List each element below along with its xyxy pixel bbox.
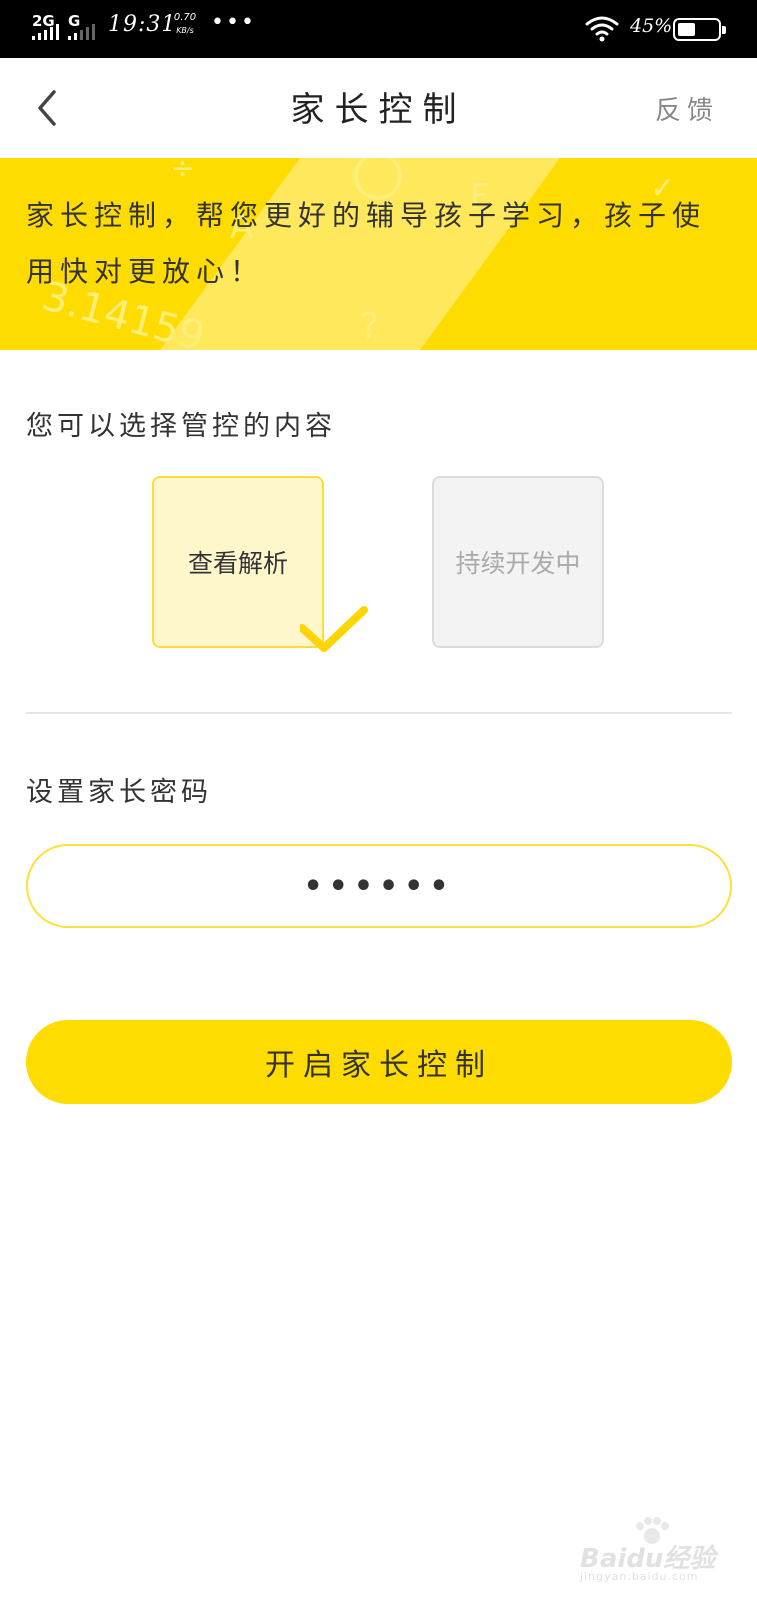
speed-value: 0.70	[173, 12, 197, 23]
svg-text:?: ?	[360, 306, 379, 347]
baidu-watermark: Baidu经验 jingyan.baidu.com	[580, 1516, 750, 1586]
option-label: 持续开发中	[455, 549, 581, 578]
signal-icon	[68, 24, 100, 40]
password-section-label: 设置家长密码	[26, 777, 212, 808]
battery-percent: 45%	[630, 15, 673, 37]
password-masked-value: ••••••	[303, 868, 455, 904]
status-bar: 2G G 19:31 0.70 KB/s ••• 45%	[0, 0, 757, 58]
option-label: 查看解析	[187, 549, 288, 578]
enable-parental-control-button[interactable]: 开启家长控制	[26, 1020, 732, 1104]
feedback-button[interactable]: 反馈	[655, 90, 719, 127]
notification-overflow: •••	[211, 10, 256, 35]
banner-text: 家长控制，帮您更好的辅导孩子学习，孩子使用快对更放心！	[26, 199, 707, 288]
password-input[interactable]: ••••••	[26, 844, 732, 928]
option-view-analysis[interactable]: 查看解析	[152, 476, 324, 648]
nav-bar: 家长控制 反馈	[0, 58, 757, 158]
signal-icon	[32, 24, 60, 40]
battery-level	[678, 23, 695, 36]
option-in-development: 持续开发中	[432, 476, 604, 648]
watermark-url: jingyan.baidu.com	[580, 1570, 699, 1583]
svg-text:÷: ÷	[170, 158, 195, 186]
battery-icon	[673, 18, 726, 41]
clock: 19:31	[108, 12, 177, 37]
controls-section-label: 您可以选择管控的内容	[26, 411, 336, 442]
network-speed: 0.70 KB/s	[168, 11, 202, 37]
speed-unit: KB/s	[176, 26, 194, 35]
page-title: 家长控制	[290, 90, 467, 130]
divider	[26, 712, 732, 714]
wifi-icon	[585, 16, 619, 42]
info-banner: 3.14159 ÷ A ? F ✓ 家长控制，帮您更好的辅导孩子学习，孩子使用快…	[0, 158, 757, 350]
check-icon	[300, 606, 368, 652]
